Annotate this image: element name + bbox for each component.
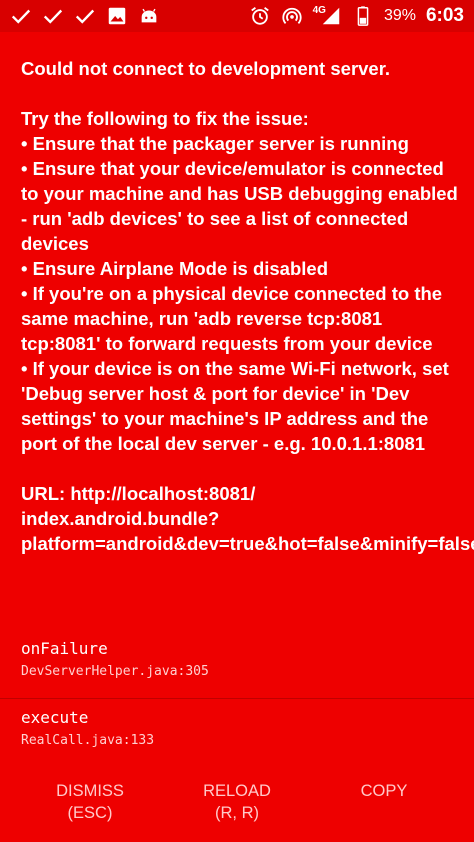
cellular-status: 4G bbox=[313, 5, 342, 27]
clock-time: 6:03 bbox=[425, 5, 464, 26]
reload-button[interactable]: RELOAD (R, R) bbox=[177, 770, 297, 842]
network-type-label: 4G bbox=[312, 4, 326, 16]
dismiss-button[interactable]: DISMISS (ESC) bbox=[30, 770, 150, 842]
battery-percent: 39% bbox=[383, 7, 416, 24]
stack-frame-method: onFailure bbox=[21, 639, 108, 658]
image-icon bbox=[106, 5, 128, 27]
status-bar-notifications bbox=[10, 5, 160, 27]
stack-frame[interactable]: onFailure DevServerHelper.java:305 bbox=[21, 638, 461, 682]
check-icon bbox=[10, 5, 32, 27]
error-message[interactable]: Could not connect to development server.… bbox=[21, 56, 474, 556]
battery-icon bbox=[352, 5, 374, 27]
stack-frame[interactable]: execute RealCall.java:133 bbox=[21, 707, 461, 751]
redbox-button-bar: DISMISS (ESC) RELOAD (R, R) COPY bbox=[0, 770, 474, 842]
redbox-error-screen: Could not connect to development server.… bbox=[0, 32, 474, 842]
status-bar-system: 4G 39% 6:03 bbox=[249, 5, 464, 27]
status-bar: 4G 39% 6:03 bbox=[0, 0, 474, 32]
stack-divider bbox=[0, 698, 474, 699]
copy-button[interactable]: COPY bbox=[324, 770, 444, 842]
check-icon bbox=[42, 5, 64, 27]
check-icon bbox=[74, 5, 96, 27]
android-icon bbox=[138, 5, 160, 27]
stack-frame-file: DevServerHelper.java:305 bbox=[21, 664, 209, 679]
stack-frame-file: RealCall.java:133 bbox=[21, 733, 155, 748]
hotspot-icon bbox=[281, 5, 303, 27]
alarm-icon bbox=[249, 5, 271, 27]
stack-frame-method: execute bbox=[21, 708, 89, 727]
